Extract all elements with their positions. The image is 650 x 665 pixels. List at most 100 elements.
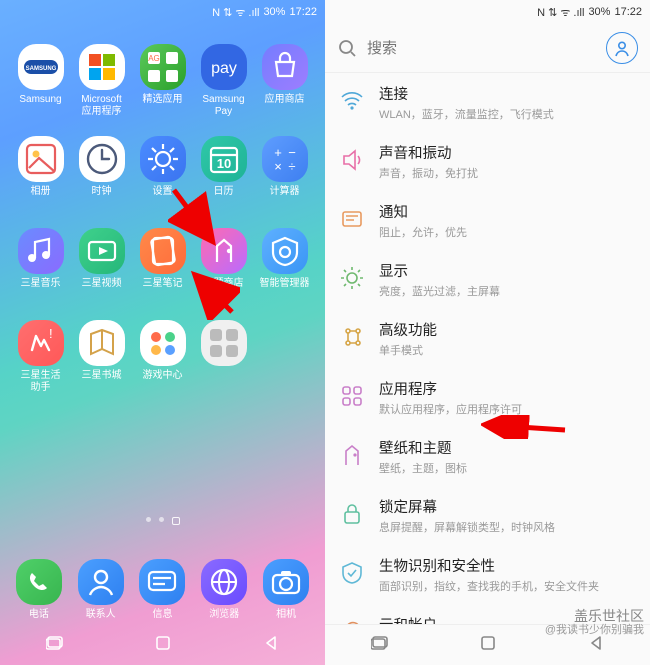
app-label: 三星笔记: [143, 278, 183, 290]
app-15[interactable]: ! 三星生活 助手: [11, 320, 71, 394]
app-1[interactable]: Microsoft 应用程序: [72, 44, 132, 118]
app-icon: !: [18, 320, 64, 366]
dock-app-4[interactable]: 相机: [256, 559, 316, 621]
status-icons: N ⇅ ᯤ .ıll: [537, 5, 584, 20]
app-13[interactable]: 主题商店: [194, 228, 254, 290]
nav-recents-icon[interactable]: [46, 634, 64, 657]
settings-row-sub: 单手模式: [379, 342, 634, 358]
app-0[interactable]: SAMSUNG Samsung: [11, 44, 71, 106]
settings-row-3[interactable]: 显示亮度，蓝光过滤，主屏幕: [325, 250, 650, 309]
search-input[interactable]: [365, 39, 606, 58]
watermark-user: @我读书少你别骗我: [545, 623, 644, 637]
app-12[interactable]: 三星笔记: [133, 228, 193, 290]
app-label: 应用商店: [265, 94, 305, 106]
nav-back-icon[interactable]: [588, 635, 604, 656]
settings-row-sub: WLAN，蓝牙，流量监控，飞行模式: [379, 106, 634, 122]
status-bar: N ⇅ ᯤ .ıll 30% 17:22: [325, 0, 650, 24]
settings-row-title: 生物识别和安全性: [379, 555, 634, 576]
app-10[interactable]: 三星音乐: [11, 228, 71, 290]
app-label: 三星视频: [82, 278, 122, 290]
settings-row-sub: 壁纸，主题，图标: [379, 460, 634, 476]
app-label: 主题商店: [204, 278, 244, 290]
settings-row-title: 应用程序: [379, 378, 634, 399]
settings-row-icon: [335, 381, 369, 411]
app-icon: [139, 559, 185, 605]
app-label: 设置: [153, 186, 173, 198]
app-label: 三星生活 助手: [21, 370, 61, 394]
svg-text:!: !: [49, 326, 53, 341]
app-7[interactable]: 设置: [133, 136, 193, 198]
status-battery: 30%: [588, 6, 610, 18]
app-label: 信息: [152, 609, 172, 621]
settings-row-1[interactable]: 声音和振动声音，振动，免打扰: [325, 132, 650, 191]
settings-row-4[interactable]: 高级功能单手模式: [325, 309, 650, 368]
settings-row-sub: 默认应用程序，应用程序许可: [379, 401, 634, 417]
app-label: 三星书城: [82, 370, 122, 382]
settings-list: 连接 WLAN，蓝牙，流量监控，飞行模式声音和振动声音，振动，免打扰通知阻止，允许…: [325, 73, 650, 625]
app-16[interactable]: 三星书城: [72, 320, 132, 382]
settings-row-6[interactable]: 壁纸和主题壁纸，主题，图标: [325, 427, 650, 486]
svg-text:−: −: [288, 145, 296, 160]
dock: 电话联系人信息 浏览器 相机: [0, 559, 325, 621]
settings-row-0[interactable]: 连接 WLAN，蓝牙，流量监控，飞行模式: [325, 73, 650, 132]
app-11[interactable]: 三星视频: [72, 228, 132, 290]
app-icon: [262, 44, 308, 90]
search-icon[interactable]: [337, 38, 357, 58]
app-label: Samsung: [19, 94, 61, 106]
app-2[interactable]: AG精选应用: [133, 44, 193, 106]
nav-home-icon[interactable]: [480, 635, 496, 656]
app-17[interactable]: 游戏中心: [133, 320, 193, 382]
settings-row-2[interactable]: 通知阻止，允许，优先: [325, 191, 650, 250]
account-avatar-icon[interactable]: [606, 32, 638, 64]
app-label: 智能管理器: [260, 278, 310, 290]
app-icon: SAMSUNG: [18, 44, 64, 90]
app-icon: [78, 559, 124, 605]
app-icon: [18, 136, 64, 182]
app-6[interactable]: 时钟: [72, 136, 132, 198]
app-5[interactable]: 相册: [11, 136, 71, 198]
settings-row-icon: [335, 558, 369, 588]
app-icon: [79, 320, 125, 366]
nav-bar: [0, 625, 325, 665]
dock-app-0[interactable]: 电话: [9, 559, 69, 621]
app-9[interactable]: +−×÷计算器: [255, 136, 315, 198]
app-label: 计算器: [270, 186, 300, 198]
settings-row-title: 连接: [379, 83, 634, 104]
dock-app-1[interactable]: 联系人: [71, 559, 131, 621]
settings-row-icon: [335, 86, 369, 116]
app-label: 浏览器: [209, 609, 239, 621]
settings-row-title: 锁定屏幕: [379, 496, 634, 517]
watermark: 盖乐世社区 @我读书少你别骗我: [545, 609, 644, 637]
svg-text:×: ×: [274, 159, 282, 174]
settings-row-sub: 亮度，蓝光过滤，主屏幕: [379, 283, 634, 299]
app-label: 时钟: [92, 186, 112, 198]
settings-row-sub: 声音，振动，免打扰: [379, 165, 634, 181]
dock-app-2[interactable]: 信息: [132, 559, 192, 621]
settings-row-title: 壁纸和主题: [379, 437, 634, 458]
app-icon: [140, 320, 186, 366]
svg-text:+: +: [274, 145, 282, 160]
nav-recents-icon[interactable]: [371, 634, 389, 657]
app-3[interactable]: paySamsung Pay: [194, 44, 254, 118]
nav-back-icon[interactable]: [263, 635, 279, 656]
settings-row-5[interactable]: 应用程序默认应用程序，应用程序许可: [325, 368, 650, 427]
settings-row-title: 通知: [379, 201, 634, 222]
app-label: Samsung Pay: [202, 94, 244, 118]
settings-row-8[interactable]: 生物识别和安全性面部识别，指纹，查找我的手机，安全文件夹: [325, 545, 650, 604]
settings-row-sub: 面部识别，指纹，查找我的手机，安全文件夹: [379, 578, 634, 594]
app-icon: [79, 44, 125, 90]
app-8[interactable]: 10 日历: [194, 136, 254, 198]
dock-app-3[interactable]: 浏览器: [194, 559, 254, 621]
settings-row-7[interactable]: 锁定屏幕息屏提醒，屏幕解锁类型，时钟风格: [325, 486, 650, 545]
svg-text:10: 10: [216, 156, 230, 171]
nav-home-icon[interactable]: [155, 635, 171, 656]
app-label: 日历: [214, 186, 234, 198]
app-label: 相册: [31, 186, 51, 198]
app-grid: SAMSUNG Samsung Microsoft 应用程序AG精选应用paySam…: [0, 44, 325, 412]
app-14[interactable]: 智能管理器: [255, 228, 315, 290]
app-4[interactable]: 应用商店: [255, 44, 315, 106]
app-icon: [201, 559, 247, 605]
app-18[interactable]: [194, 320, 254, 370]
settings-row-sub: 阻止，允许，优先: [379, 224, 634, 240]
app-icon: [79, 136, 125, 182]
